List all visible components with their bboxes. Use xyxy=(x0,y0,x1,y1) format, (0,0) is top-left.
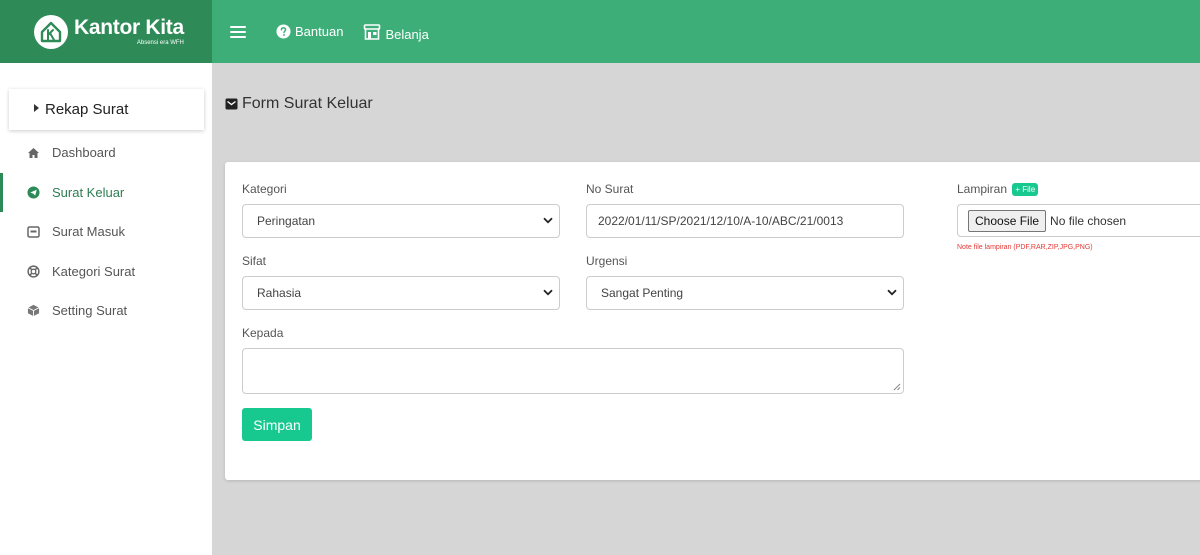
sidebar-item-dashboard[interactable]: Dashboard xyxy=(0,133,212,173)
kepada-textarea[interactable] xyxy=(242,348,904,394)
caret-right-icon xyxy=(34,103,39,112)
sifat-label: Sifat xyxy=(242,254,267,268)
lampiran-label-wrap: Lampiran + File xyxy=(957,182,1039,197)
sidebar-item-label: Surat Keluar xyxy=(52,184,125,200)
brand-subtitle: Absensi era WFH xyxy=(136,39,184,46)
sidebar-item-label: Setting Surat xyxy=(52,303,128,319)
form-card: Kategori Peringatan No Surat 2022/01/11/… xyxy=(225,162,1200,480)
lifebuoy-icon xyxy=(26,264,40,278)
kategori-label: Kategori xyxy=(242,182,287,196)
sidebar-item-label: Dashboard xyxy=(52,145,116,161)
kategori-select[interactable]: Peringatan xyxy=(242,204,560,238)
sidebar-item-label: Surat Masuk xyxy=(52,224,125,240)
home-icon xyxy=(26,146,40,160)
chevron-down-icon xyxy=(543,289,553,296)
no-surat-value: 2022/01/11/SP/2021/12/10/A-10/ABC/21/001… xyxy=(598,214,844,228)
urgensi-label: Urgensi xyxy=(586,254,628,268)
add-file-button[interactable]: + File xyxy=(1012,183,1039,197)
urgensi-value: Sangat Penting xyxy=(601,286,684,300)
sifat-select[interactable]: Rahasia xyxy=(242,276,560,310)
sidebar: Rekap Surat Dashboard Surat Keluar Surat… xyxy=(0,63,212,555)
brand-logo-area[interactable]: Kantor Kita Absensi era WFH xyxy=(0,0,212,63)
box-icon xyxy=(26,304,40,318)
sidebar-item-surat-masuk[interactable]: Surat Masuk xyxy=(0,212,212,252)
chevron-down-icon xyxy=(887,289,897,296)
lampiran-note: Note file lampiran (PDF,RAR,ZIP,JPG,PNG) xyxy=(957,244,1093,251)
page-title: Form Surat Keluar xyxy=(225,95,373,113)
nav-bantuan[interactable]: Bantuan xyxy=(276,24,343,39)
no-surat-label: No Surat xyxy=(586,182,634,196)
sifat-value: Rahasia xyxy=(257,286,302,300)
no-file-text: No file chosen xyxy=(1050,213,1127,228)
brand-title: Kantor Kita xyxy=(74,15,184,39)
nav-belanja-label: Belanja xyxy=(385,27,429,42)
resize-grip-icon[interactable] xyxy=(893,383,901,391)
nav-belanja[interactable]: Belanja xyxy=(363,21,429,42)
no-surat-input[interactable]: 2022/01/11/SP/2021/12/10/A-10/ABC/21/001… xyxy=(586,204,904,238)
sidebar-rekap-label: Rekap Surat xyxy=(45,101,129,118)
store-icon xyxy=(364,23,381,40)
lampiran-label: Lampiran xyxy=(957,182,1008,196)
envelope-icon xyxy=(225,98,238,110)
page-title-text: Form Surat Keluar xyxy=(242,95,373,112)
chevron-down-icon xyxy=(543,217,553,224)
sidebar-item-kategori-surat[interactable]: Kategori Surat xyxy=(0,252,212,292)
sidebar-item-setting-surat[interactable]: Setting Surat xyxy=(0,291,212,331)
send-icon xyxy=(26,185,40,199)
help-icon xyxy=(276,24,291,39)
kepada-label: Kepada xyxy=(242,326,284,340)
choose-file-button[interactable]: Choose File xyxy=(968,209,1047,232)
top-navbar: Bantuan Belanja xyxy=(212,0,1200,63)
lampiran-file-input[interactable]: Choose File No file chosen xyxy=(957,204,1200,237)
sidebar-rekap-surat[interactable]: Rekap Surat xyxy=(9,89,204,130)
inbox-icon xyxy=(26,225,40,239)
nav-bantuan-label: Bantuan xyxy=(295,24,344,39)
sidebar-item-label: Kategori Surat xyxy=(52,263,136,279)
menu-toggle-icon[interactable] xyxy=(230,25,246,38)
kategori-value: Peringatan xyxy=(257,214,316,228)
urgensi-select[interactable]: Sangat Penting xyxy=(586,276,904,310)
logo-icon xyxy=(34,14,68,49)
simpan-button[interactable]: Simpan xyxy=(242,408,312,441)
sidebar-item-surat-keluar[interactable]: Surat Keluar xyxy=(0,172,212,213)
